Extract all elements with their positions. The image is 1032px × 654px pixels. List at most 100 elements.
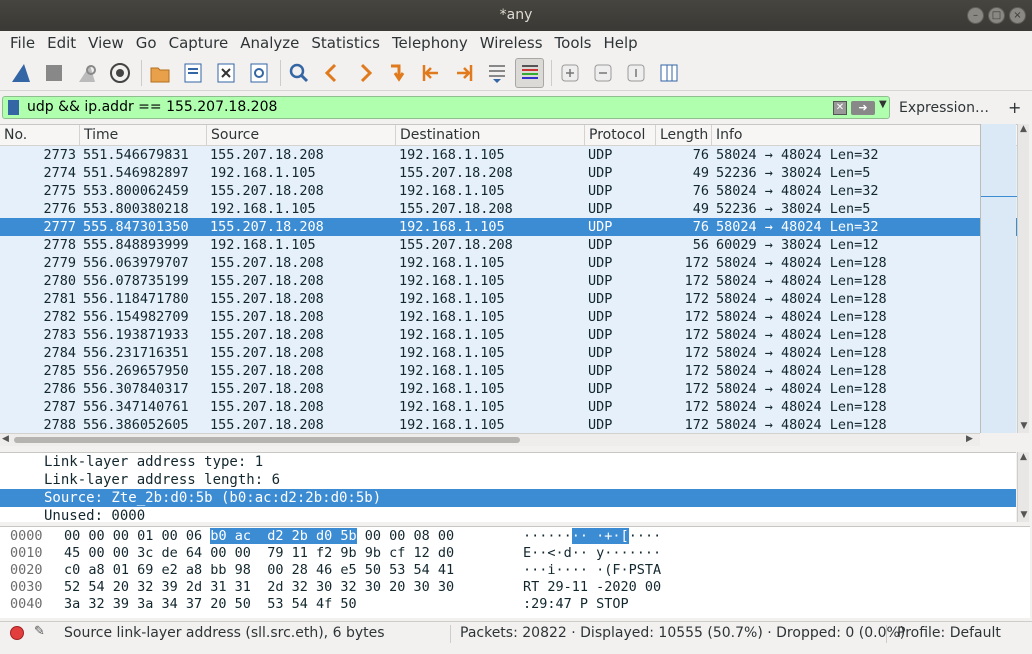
zoom-out-icon[interactable] (588, 58, 617, 88)
packet-minimap[interactable] (980, 124, 1017, 433)
table-row[interactable]: 2773 551.546679831 155.207.18.208 192.168.1… (0, 146, 1018, 164)
go-next-icon[interactable] (350, 58, 379, 88)
table-cell-src: 192.168.1.105 (210, 201, 316, 217)
detail-row[interactable]: Link-layer address length: 6 (0, 471, 1016, 489)
bytes-row[interactable]: 0000 00 00 00 01 00 06 b0 ac d2 2b d0 5b … (0, 528, 1030, 545)
table-row[interactable]: 2778 555.848893999 192.168.1.105 155.207.18… (0, 236, 1018, 254)
ascii-highlight: ·· ·+·[ (571, 528, 629, 544)
table-row[interactable]: 2781 556.118471780 155.207.18.208 192.168.1… (0, 290, 1018, 308)
table-row[interactable]: 2774 551.546982897 192.168.1.105 155.207.18… (0, 164, 1018, 182)
table-row[interactable]: 2782 556.154982709 155.207.18.208 192.168.1… (0, 308, 1018, 326)
colorize-icon[interactable] (515, 57, 544, 88)
details-vertical-scrollbar[interactable]: ▲ ▼ (1017, 452, 1029, 522)
detail-row[interactable]: Link-layer address type: 1 (0, 453, 1016, 471)
table-cell-proto: UDP (588, 345, 613, 361)
menu-tools[interactable]: Tools (549, 34, 598, 52)
zoom-in-icon[interactable] (555, 58, 584, 88)
edit-comment-icon[interactable]: ✎ (34, 624, 45, 639)
menu-analyze[interactable]: Analyze (234, 34, 305, 52)
apply-filter-icon[interactable]: ➜ (851, 101, 875, 115)
close-icon[interactable]: × (1009, 7, 1026, 24)
restart-capture-icon[interactable] (72, 58, 101, 88)
status-profile[interactable]: Profile: Default (897, 625, 1001, 641)
expert-info-icon[interactable] (10, 626, 24, 640)
packet-list-horizontal-scrollbar[interactable]: ◀ ▶ (0, 433, 980, 446)
maximize-icon[interactable]: □ (988, 7, 1005, 24)
column-header-protocol[interactable]: Protocol (585, 125, 656, 146)
table-row-selected[interactable]: 2777 555.847301350 155.207.18.208 192.168.1… (0, 218, 1018, 236)
table-cell-time: 556.193871933 (83, 327, 189, 343)
close-file-icon[interactable] (211, 58, 240, 88)
table-row[interactable]: 2780 556.078735199 155.207.18.208 192.168.1… (0, 272, 1018, 290)
normal-size-icon[interactable] (621, 58, 650, 88)
table-row[interactable]: 2779 556.063979707 155.207.18.208 192.168.1… (0, 254, 1018, 272)
table-row[interactable]: 2776 553.800380218 192.168.1.105 155.207.18… (0, 200, 1018, 218)
go-to-packet-icon[interactable] (383, 58, 412, 88)
save-file-icon[interactable] (178, 58, 207, 88)
table-row[interactable]: 2784 556.231716351 155.207.18.208 192.168.1… (0, 344, 1018, 362)
menu-go[interactable]: Go (130, 34, 163, 52)
scroll-left-icon[interactable]: ◀ (2, 434, 9, 444)
capture-options-icon[interactable] (105, 58, 134, 88)
bookmark-icon[interactable] (8, 100, 19, 115)
menu-view[interactable]: View (82, 34, 130, 52)
minimize-icon[interactable]: – (967, 7, 984, 24)
go-first-icon[interactable] (416, 58, 445, 88)
table-cell-dst: 192.168.1.105 (399, 327, 505, 343)
menu-statistics[interactable]: Statistics (305, 34, 386, 52)
menu-edit[interactable]: Edit (41, 34, 82, 52)
table-cell-no: 2775 (43, 183, 76, 199)
scroll-down-icon[interactable]: ▼ (1018, 421, 1030, 431)
menu-file[interactable]: File (4, 34, 41, 52)
expression-button[interactable]: Expression… (899, 100, 989, 116)
shark-fin-start-icon[interactable] (6, 58, 35, 88)
bytes-row[interactable]: 0040 3a 32 39 3a 34 37 20 50 53 54 4f 50:… (0, 596, 1030, 613)
reload-file-icon[interactable] (244, 58, 273, 88)
column-header-length[interactable]: Length (656, 125, 712, 146)
menu-wireless[interactable]: Wireless (474, 34, 549, 52)
bytes-row[interactable]: 0020 c0 a8 01 69 e2 a8 bb 98 00 28 46 e5 … (0, 562, 1030, 579)
status-divider (450, 625, 451, 643)
column-header-destination[interactable]: Destination (396, 125, 585, 146)
open-file-icon[interactable] (145, 58, 174, 88)
bytes-row[interactable]: 0010 45 00 00 3c de 64 00 00 79 11 f2 9b … (0, 545, 1030, 562)
horizontal-scroll-thumb[interactable] (14, 437, 520, 443)
table-row[interactable]: 2775 553.800062459 155.207.18.208 192.168.1… (0, 182, 1018, 200)
table-row[interactable]: 2788 556.386052605 155.207.18.208 192.168.1… (0, 416, 1018, 433)
column-header-info[interactable]: Info (712, 125, 980, 146)
scroll-down-icon[interactable]: ▼ (1018, 510, 1030, 520)
menu-help[interactable]: Help (597, 34, 643, 52)
column-header-time[interactable]: Time (80, 125, 207, 146)
table-cell-time: 555.848893999 (83, 237, 189, 253)
filter-text[interactable]: udp && ip.addr == 155.207.18.208 (27, 99, 277, 115)
table-cell-no: 2773 (43, 147, 76, 163)
clear-filter-icon[interactable]: ✕ (833, 101, 847, 115)
detail-row[interactable]: Unused: 0000 (0, 507, 1016, 522)
go-last-icon[interactable] (449, 58, 478, 88)
resize-columns-icon[interactable] (654, 58, 683, 88)
packet-list-vertical-scrollbar[interactable]: ▲ ▼ (1017, 124, 1029, 433)
autoscroll-icon[interactable] (482, 58, 511, 88)
table-row[interactable]: 2787 556.347140761 155.207.18.208 192.168.1… (0, 398, 1018, 416)
table-row[interactable]: 2783 556.193871933 155.207.18.208 192.168.1… (0, 326, 1018, 344)
scroll-up-icon[interactable]: ▲ (1018, 124, 1029, 134)
column-header-source[interactable]: Source (207, 125, 396, 146)
find-packet-icon[interactable] (284, 58, 313, 88)
add-filter-button[interactable]: + (1008, 98, 1021, 117)
scroll-right-icon[interactable]: ▶ (966, 434, 973, 444)
stop-capture-icon[interactable] (39, 58, 68, 88)
menu-telephony[interactable]: Telephony (386, 34, 474, 52)
table-row[interactable]: 2786 556.307840317 155.207.18.208 192.168.1… (0, 380, 1018, 398)
table-row[interactable]: 2785 556.269657950 155.207.18.208 192.168.1… (0, 362, 1018, 380)
display-filter-input[interactable]: udp && ip.addr == 155.207.18.208 ✕ ➜ ▼ (2, 96, 890, 119)
table-cell-time: 556.347140761 (83, 399, 189, 415)
table-cell-dst: 192.168.1.105 (399, 399, 505, 415)
chevron-down-icon[interactable]: ▼ (879, 99, 887, 110)
column-header-no[interactable]: No. (0, 125, 80, 146)
go-previous-icon[interactable] (317, 58, 346, 88)
detail-row-selected[interactable]: Source: Zte_2b:d0:5b (b0:ac:d2:2b:d0:5b) (0, 489, 1016, 507)
menu-capture[interactable]: Capture (163, 34, 235, 52)
bytes-row[interactable]: 0030 52 54 20 32 39 2d 31 31 2d 32 30 32 … (0, 579, 1030, 596)
table-cell-src: 155.207.18.208 (210, 399, 324, 415)
scroll-up-icon[interactable]: ▲ (1018, 452, 1029, 462)
